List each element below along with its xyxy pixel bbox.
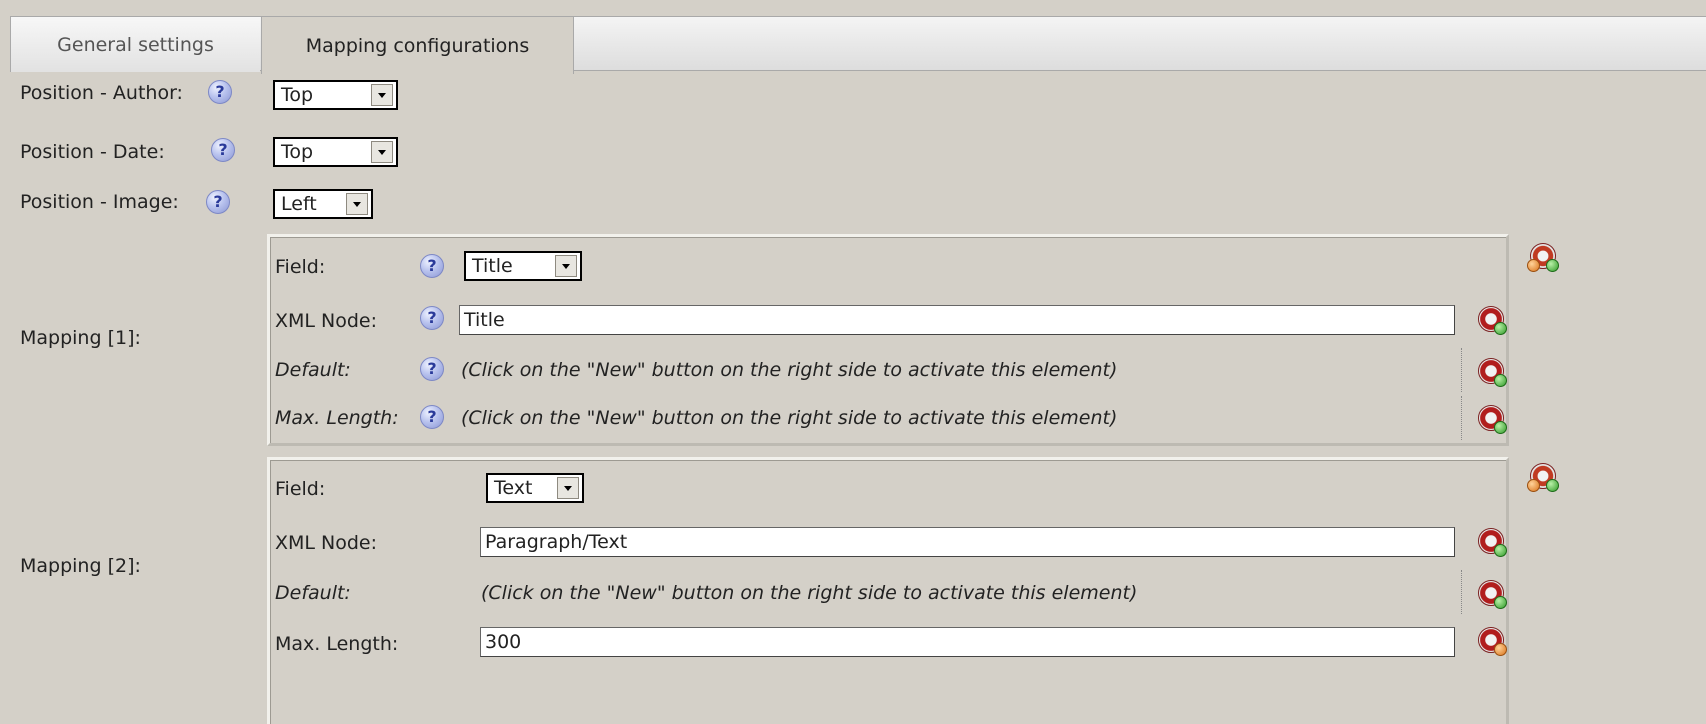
help-glyph: ? <box>420 306 444 330</box>
position-image-select[interactable]: Left <box>273 189 373 219</box>
mapping-1-xml-node-input[interactable]: Title <box>459 305 1455 335</box>
tab-mapping-configurations[interactable]: Mapping configurations <box>261 16 574 74</box>
mapping-2-xml-node-input[interactable]: Paragraph/Text <box>480 527 1455 557</box>
new-element-icon[interactable] <box>1478 358 1507 387</box>
default-label: Default: <box>275 582 351 604</box>
field-label: Field: <box>275 478 326 500</box>
help-icon[interactable]: ? <box>208 80 232 104</box>
mapping-2-field-value: Text <box>494 477 533 499</box>
help-icon[interactable]: ? <box>211 138 235 162</box>
position-author-value: Top <box>281 84 314 106</box>
mapping-2-default-note: (Click on the "New" button on the right … <box>481 582 1138 604</box>
help-glyph: ? <box>211 138 235 162</box>
mapping-1-field-select[interactable]: Title <box>464 251 582 281</box>
help-glyph: ? <box>420 405 444 429</box>
mapping-options-icon[interactable] <box>1527 463 1559 492</box>
tab-general-settings[interactable]: General settings <box>10 16 260 72</box>
help-icon[interactable]: ? <box>420 357 444 381</box>
position-image-value: Left <box>281 193 317 215</box>
mapping-1-label: Mapping [1]: <box>20 327 141 349</box>
new-element-icon[interactable] <box>1478 580 1507 609</box>
xml-node-label: XML Node: <box>275 532 378 554</box>
chevron-down-icon <box>557 477 579 499</box>
new-element-icon[interactable] <box>1478 627 1507 656</box>
max-length-label: Max. Length: <box>275 633 399 655</box>
chevron-down-icon <box>555 255 577 277</box>
chevron-down-icon <box>346 193 368 215</box>
mapping-2-max-length-input[interactable]: 300 <box>480 627 1455 657</box>
position-image-label: Position - Image: <box>20 191 179 213</box>
mapping-1-maxlength-note: (Click on the "New" button on the right … <box>461 407 1118 429</box>
position-author-label: Position - Author: <box>20 82 183 104</box>
chevron-down-icon <box>371 141 393 163</box>
xml-node-label: XML Node: <box>275 310 378 332</box>
max-length-label: Max. Length: <box>275 407 399 429</box>
help-glyph: ? <box>420 254 444 278</box>
chevron-down-icon <box>371 84 393 106</box>
mapping-options-icon[interactable] <box>1527 243 1559 272</box>
new-element-icon[interactable] <box>1478 405 1507 434</box>
divider <box>1461 570 1462 614</box>
mapping-2-field-select[interactable]: Text <box>486 473 584 503</box>
help-icon[interactable]: ? <box>420 306 444 330</box>
help-icon[interactable]: ? <box>420 254 444 278</box>
help-glyph: ? <box>208 80 232 104</box>
field-label: Field: <box>275 256 326 278</box>
help-icon[interactable]: ? <box>206 190 230 214</box>
help-glyph: ? <box>420 357 444 381</box>
help-icon[interactable]: ? <box>420 405 444 429</box>
help-glyph: ? <box>206 190 230 214</box>
divider <box>1461 396 1462 440</box>
mapping-1-field-value: Title <box>472 255 513 277</box>
default-label: Default: <box>275 359 351 381</box>
mapping-2-label: Mapping [2]: <box>20 555 141 577</box>
position-date-select[interactable]: Top <box>273 137 398 167</box>
new-element-icon[interactable] <box>1478 306 1507 335</box>
new-element-icon[interactable] <box>1478 528 1507 557</box>
mapping-1-default-note: (Click on the "New" button on the right … <box>461 359 1118 381</box>
position-author-select[interactable]: Top <box>273 80 398 110</box>
position-date-label: Position - Date: <box>20 141 165 163</box>
divider <box>1461 348 1462 392</box>
position-date-value: Top <box>281 141 314 163</box>
